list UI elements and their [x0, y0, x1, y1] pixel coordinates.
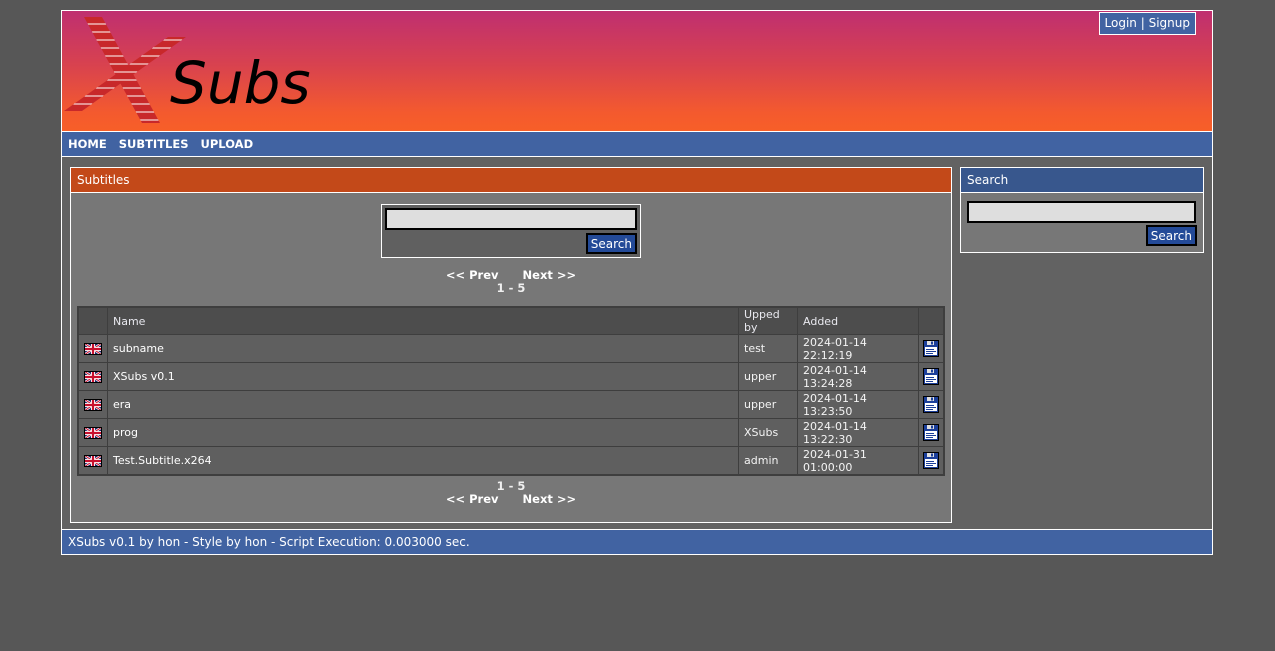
- col-language: [79, 308, 107, 334]
- sidebar-search-button[interactable]: Search: [1145, 225, 1197, 246]
- download-cell: [919, 391, 943, 418]
- page-range: 1 - 5: [496, 281, 526, 295]
- subtitle-name-link[interactable]: subname: [113, 342, 164, 355]
- signup-link[interactable]: Signup: [1149, 16, 1190, 30]
- uk-flag-icon: [83, 370, 103, 384]
- download-cell: [919, 419, 943, 446]
- added-date-cell: 2024-01-14 13:23:50: [798, 391, 918, 418]
- uploader-cell: upper: [739, 363, 797, 390]
- table-header-row: Name Upped by Added: [79, 308, 943, 334]
- download-cell: [919, 447, 943, 474]
- next-page-link[interactable]: Next >>: [523, 268, 577, 282]
- language-cell: [79, 363, 107, 390]
- download-icon[interactable]: [923, 424, 939, 441]
- download-icon[interactable]: [923, 452, 939, 469]
- nav-home[interactable]: HOME: [68, 137, 107, 151]
- name-cell: subname: [108, 335, 738, 362]
- subtitles-panel: Subtitles Search << Prev Next >> 1 - 5 N…: [70, 167, 952, 523]
- xsubs-logo: Subs: [64, 17, 311, 123]
- subtitles-panel-title: Subtitles: [71, 168, 951, 193]
- uk-flag-icon: [83, 342, 103, 356]
- logo-x-stroke: [64, 37, 186, 111]
- uploader-cell: admin: [739, 447, 797, 474]
- sidebar-search-title: Search: [961, 168, 1203, 193]
- uk-flag-icon: [83, 426, 103, 440]
- prev-page-link[interactable]: << Prev: [446, 268, 499, 282]
- name-cell: prog: [108, 419, 738, 446]
- added-date-cell: 2024-01-14 13:22:30: [798, 419, 918, 446]
- site-footer: XSubs v0.1 by hon - Style by hon - Scrip…: [62, 529, 1212, 554]
- table-row: era upper 2024-01-14 13:23:50: [79, 391, 943, 418]
- subtitle-name-link[interactable]: Test.Subtitle.x264: [113, 454, 212, 467]
- uk-flag-icon: [83, 454, 103, 468]
- col-upped-by[interactable]: Upped by: [739, 308, 797, 334]
- account-links: Login | Signup: [1098, 12, 1196, 35]
- table-row: subname test 2024-01-14 22:12:19: [79, 335, 943, 362]
- subtitle-search-button[interactable]: Search: [585, 233, 637, 254]
- subtitle-name-link[interactable]: era: [113, 398, 131, 411]
- download-icon[interactable]: [923, 340, 939, 357]
- logo-text: Subs: [170, 49, 311, 117]
- nav-upload[interactable]: UPLOAD: [201, 137, 254, 151]
- page-container: Subs Login | Signup HOME SUBTITLES UPLOA…: [61, 10, 1213, 555]
- col-added[interactable]: Added: [798, 308, 918, 334]
- language-cell: [79, 419, 107, 446]
- main-nav: HOME SUBTITLES UPLOAD: [62, 132, 1212, 157]
- uk-flag-icon: [83, 398, 103, 412]
- added-date-cell: 2024-01-14 22:12:19: [798, 335, 918, 362]
- uploader-cell: test: [739, 335, 797, 362]
- content-area: Subtitles Search << Prev Next >> 1 - 5 N…: [62, 157, 1212, 529]
- table-row: Test.Subtitle.x264 admin 2024-01-31 01:0…: [79, 447, 943, 474]
- account-separator: |: [1140, 16, 1145, 30]
- subtitles-table: Name Upped by Added subname test 2024-01…: [77, 306, 945, 476]
- sidebar-search-input[interactable]: [967, 201, 1196, 223]
- download-cell: [919, 363, 943, 390]
- download-icon[interactable]: [923, 396, 939, 413]
- col-name[interactable]: Name: [108, 308, 738, 334]
- language-cell: [79, 447, 107, 474]
- col-download: [919, 308, 943, 334]
- subtitle-name-link[interactable]: prog: [113, 426, 138, 439]
- subtitle-search-input[interactable]: [385, 208, 637, 230]
- download-cell: [919, 335, 943, 362]
- next-page-link[interactable]: Next >>: [523, 492, 577, 506]
- nav-subtitles[interactable]: SUBTITLES: [119, 137, 189, 151]
- site-logo-link[interactable]: Subs: [62, 15, 324, 133]
- login-link[interactable]: Login: [1105, 16, 1137, 30]
- site-header: Subs Login | Signup: [62, 11, 1212, 132]
- pager-top: << Prev Next >> 1 - 5: [71, 269, 951, 295]
- language-cell: [79, 335, 107, 362]
- table-row: prog XSubs 2024-01-14 13:22:30: [79, 419, 943, 446]
- sidebar-search-panel: Search Search: [960, 167, 1204, 253]
- prev-page-link[interactable]: << Prev: [446, 492, 499, 506]
- name-cell: XSubs v0.1: [108, 363, 738, 390]
- uploader-cell: upper: [739, 391, 797, 418]
- added-date-cell: 2024-01-31 01:00:00: [798, 447, 918, 474]
- name-cell: era: [108, 391, 738, 418]
- download-icon[interactable]: [923, 368, 939, 385]
- language-cell: [79, 391, 107, 418]
- added-date-cell: 2024-01-14 13:24:28: [798, 363, 918, 390]
- name-cell: Test.Subtitle.x264: [108, 447, 738, 474]
- subtitle-search-form: Search: [381, 204, 641, 258]
- subtitle-name-link[interactable]: XSubs v0.1: [113, 370, 175, 383]
- uploader-cell: XSubs: [739, 419, 797, 446]
- pager-bottom: 1 - 5 << Prev Next >>: [71, 480, 951, 506]
- table-row: XSubs v0.1 upper 2024-01-14 13:24:28: [79, 363, 943, 390]
